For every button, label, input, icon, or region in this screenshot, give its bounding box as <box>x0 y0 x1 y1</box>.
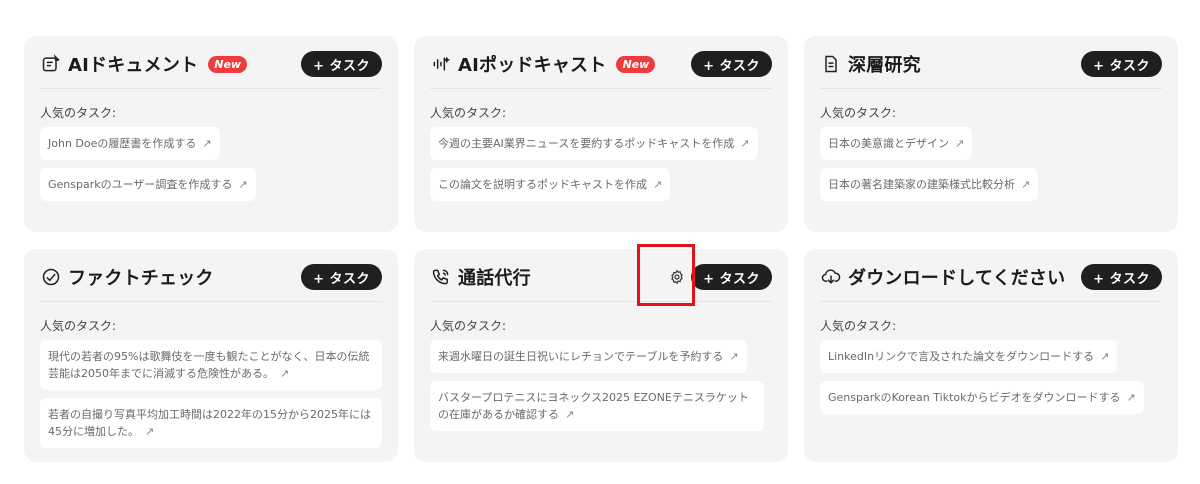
arrow-up-right-icon: ↗ <box>955 137 965 150</box>
add-task-button[interactable]: + タスク <box>691 51 772 77</box>
divider <box>820 301 1162 302</box>
cloud-download-icon <box>820 266 842 288</box>
task-suggestion[interactable]: この論文を説明するポッドキャストを作成 ↗ <box>430 168 671 201</box>
arrow-up-right-icon: ↗ <box>238 178 248 191</box>
card-deep-research: 深層研究 + タスク 人気のタスク: 日本の美意識とデザイン ↗ 日本の著名建築家… <box>804 36 1178 232</box>
arrow-up-right-icon: ↗ <box>740 137 750 150</box>
new-badge: New <box>208 55 248 73</box>
task-list: LinkedInリンクで言及された論文をダウンロードする ↗ GensparkのK… <box>820 340 1162 414</box>
card-title: AIドキュメント <box>68 55 199 76</box>
task-list: 現代の若者の95%は歌舞伎を一度も観たことがなく、日本の伝統芸能は2050年まで… <box>40 340 382 448</box>
task-list: John Doeの履歴書を作成する ↗ Gensparkのユーザー調査を作成する ↗ <box>40 127 382 201</box>
popular-tasks-label: 人気のタスク: <box>820 106 897 120</box>
task-suggestion[interactable]: 来週水曜日の誕生日祝いにレチョンでテーブルを予約する ↗ <box>430 340 747 373</box>
arrow-up-right-icon: ↗ <box>1126 391 1136 404</box>
card-title: 通話代行 <box>458 268 531 289</box>
card-title: ファクトチェック <box>68 268 214 289</box>
task-list: 日本の美意識とデザイン ↗ 日本の著名建築家の建築様式比較分析 ↗ <box>820 127 1162 201</box>
arrow-up-right-icon: ↗ <box>1021 178 1031 191</box>
settings-gear-icon[interactable] <box>669 269 685 285</box>
card-fact-check: ファクトチェック + タスク 人気のタスク: 現代の若者の95%は歌舞伎を一度も… <box>24 249 398 462</box>
task-suggestion[interactable]: John Doeの履歴書を作成する ↗ <box>40 127 220 160</box>
arrow-up-right-icon: ↗ <box>202 137 212 150</box>
divider <box>430 88 772 89</box>
popular-tasks-label: 人気のタスク: <box>40 106 117 120</box>
add-task-button[interactable]: + タスク <box>691 264 772 290</box>
arrow-up-right-icon: ↗ <box>280 367 290 380</box>
card-call-agent: 通話代行 + タスク 人気のタスク: 来週水曜日の誕生日祝いにレチョンでテーブル… <box>414 249 788 462</box>
task-suggestion[interactable]: 若者の自撮り写真平均加工時間は2022年の15分から2025年には45分に増加し… <box>40 398 382 448</box>
task-suggestion[interactable]: 日本の著名建築家の建築様式比較分析 ↗ <box>820 168 1039 201</box>
card-header: 通話代行 + タスク <box>430 263 772 291</box>
popular-tasks-label: 人気のタスク: <box>820 319 897 333</box>
arrow-up-right-icon: ↗ <box>145 425 155 438</box>
card-header: AIドキュメント New + タスク <box>40 50 382 78</box>
card-header: ファクトチェック + タスク <box>40 263 382 291</box>
task-suggestion[interactable]: GensparkのKorean Tiktokからビデオをダウンロードする ↗ <box>820 381 1144 414</box>
arrow-up-right-icon: ↗ <box>729 350 739 363</box>
file-text-icon <box>820 53 842 75</box>
popular-tasks-label: 人気のタスク: <box>430 319 507 333</box>
task-suggestion[interactable]: 今週の主要AI業界ニュースを要約するポッドキャストを作成 ↗ <box>430 127 758 160</box>
task-list: 今週の主要AI業界ニュースを要約するポッドキャストを作成 ↗ この論文を説明するポ… <box>430 127 772 201</box>
card-ai-podcast: AIポッドキャスト New + タスク 人気のタスク: 今週の主要AI業界ニュー… <box>414 36 788 232</box>
task-suggestion[interactable]: 日本の美意識とデザイン ↗ <box>820 127 973 160</box>
task-suggestion[interactable]: Gensparkのユーザー調査を作成する ↗ <box>40 168 256 201</box>
task-suggestion[interactable]: LinkedInリンクで言及された論文をダウンロードする ↗ <box>820 340 1118 373</box>
card-title: ダウンロードしてください <box>848 268 1066 289</box>
task-suggestion[interactable]: バスタープロテニスにヨネックス2025 EZONEテニスラケットの在庫があるか確… <box>430 381 764 431</box>
divider <box>430 301 772 302</box>
popular-tasks-label: 人気のタスク: <box>430 106 507 120</box>
divider <box>40 88 382 89</box>
task-list: 来週水曜日の誕生日祝いにレチョンでテーブルを予約する ↗ バスタープロテニスにヨネ… <box>430 340 772 431</box>
arrow-up-right-icon: ↗ <box>1100 350 1110 363</box>
card-title: AIポッドキャスト <box>458 55 607 76</box>
divider <box>40 301 382 302</box>
add-task-button[interactable]: + タスク <box>301 51 382 77</box>
task-suggestion[interactable]: 現代の若者の95%は歌舞伎を一度も観たことがなく、日本の伝統芸能は2050年まで… <box>40 340 382 390</box>
card-header: 深層研究 + タスク <box>820 50 1162 78</box>
arrow-up-right-icon: ↗ <box>653 178 663 191</box>
add-task-button[interactable]: + タスク <box>1081 264 1162 290</box>
divider <box>820 88 1162 89</box>
phone-call-icon <box>430 266 452 288</box>
add-task-button[interactable]: + タスク <box>301 264 382 290</box>
popular-tasks-label: 人気のタスク: <box>40 319 117 333</box>
card-header: AIポッドキャスト New + タスク <box>430 50 772 78</box>
card-title: 深層研究 <box>848 55 921 76</box>
new-badge: New <box>616 55 656 73</box>
document-edit-icon <box>40 53 62 75</box>
sound-wave-icon <box>430 53 452 75</box>
card-header: ダウンロードしてください + タスク <box>820 263 1162 291</box>
arrow-up-right-icon: ↗ <box>565 408 575 421</box>
card-ai-document: AIドキュメント New + タスク 人気のタスク: John Doeの履歴書を… <box>24 36 398 232</box>
card-download: ダウンロードしてください + タスク 人気のタスク: LinkedInリンクで言… <box>804 249 1178 462</box>
add-task-button[interactable]: + タスク <box>1081 51 1162 77</box>
check-circle-icon <box>40 266 62 288</box>
